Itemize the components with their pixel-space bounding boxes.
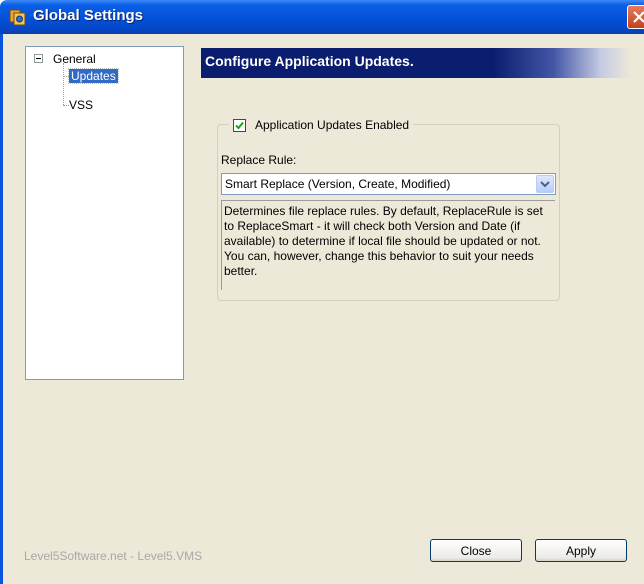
- replace-rule-label: Replace Rule:: [221, 153, 297, 167]
- brand-footer-text: Level5Software.net - Level5.VMS: [24, 549, 203, 563]
- app-icon: [9, 8, 27, 26]
- replace-rule-select[interactable]: Smart Replace (Version, Create, Modified…: [221, 173, 556, 195]
- section-header: Configure Application Updates.: [201, 48, 631, 78]
- tree-node-label: Updates: [68, 68, 119, 84]
- close-icon: [633, 11, 644, 23]
- window-title: Global Settings: [33, 7, 144, 24]
- tree-node-general[interactable]: General: [53, 51, 96, 67]
- updates-enabled-label[interactable]: Application Updates Enabled: [255, 118, 409, 132]
- collapse-toggle-icon[interactable]: [34, 54, 43, 63]
- title-bar[interactable]: Global Settings: [0, 0, 644, 34]
- checkmark-icon: [235, 121, 244, 129]
- settings-tree[interactable]: General Updates VSS: [25, 46, 184, 380]
- close-window-button[interactable]: [627, 5, 644, 29]
- chevron-down-icon: [540, 181, 550, 188]
- replace-rule-value: Smart Replace (Version, Create, Modified…: [225, 177, 451, 191]
- section-title: Configure Application Updates.: [205, 53, 414, 69]
- tree-node-vss[interactable]: VSS: [69, 97, 93, 113]
- updates-enabled-checkbox[interactable]: [233, 118, 246, 132]
- replace-rule-description: Determines file replace rules. By defaul…: [221, 200, 555, 290]
- tree-node-updates[interactable]: Updates: [68, 68, 119, 84]
- apply-button[interactable]: Apply: [535, 539, 627, 562]
- dropdown-button[interactable]: [536, 175, 554, 193]
- updates-enabled-checkbox-row[interactable]: Application Updates Enabled: [229, 116, 414, 134]
- tree-node-label: General: [53, 52, 96, 66]
- tree-connector: [63, 63, 64, 105]
- settings-window: General Updates VSS Configure Applicatio…: [0, 34, 644, 584]
- tree-node-label: VSS: [69, 98, 94, 112]
- close-button[interactable]: Close: [430, 539, 522, 562]
